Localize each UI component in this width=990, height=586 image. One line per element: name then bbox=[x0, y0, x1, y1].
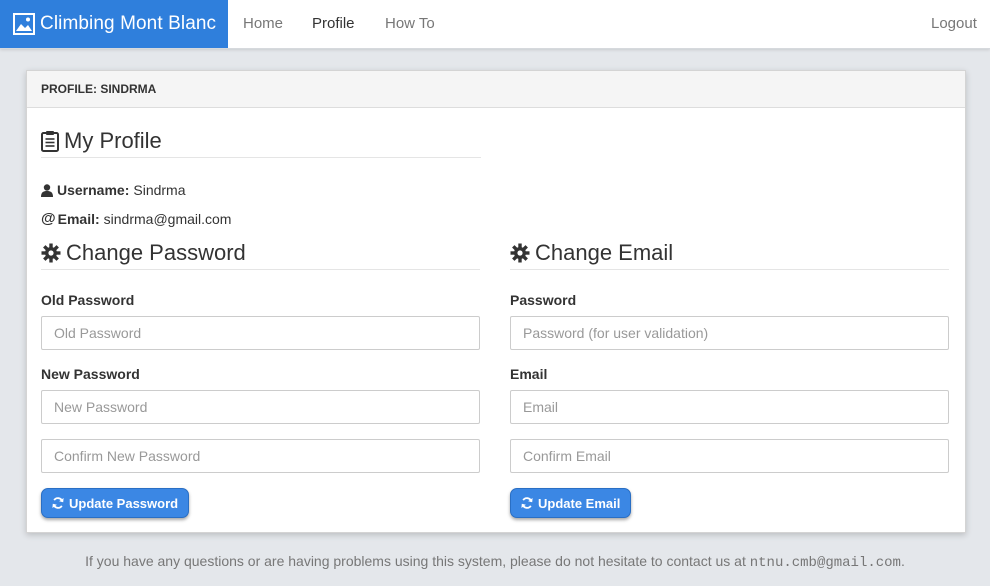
change-email-heading: Change Email bbox=[510, 240, 949, 270]
new-email-label: Email bbox=[510, 366, 548, 382]
new-password-input[interactable] bbox=[41, 390, 480, 424]
old-password-input[interactable] bbox=[41, 316, 480, 350]
panel-heading: PROFILE: SINDRMA bbox=[27, 71, 965, 108]
brand-link[interactable]: Climbing Mont Blanc bbox=[0, 0, 228, 48]
refresh-icon bbox=[521, 497, 533, 509]
at-icon: @ bbox=[41, 210, 56, 227]
validation-password-input[interactable] bbox=[510, 316, 949, 350]
email-label: Email: bbox=[57, 210, 100, 227]
nav-profile[interactable]: Profile bbox=[312, 15, 355, 32]
email-row: @ Email: sindrma@gmail.com bbox=[41, 210, 231, 227]
nav-logout[interactable]: Logout bbox=[931, 15, 977, 32]
profile-panel: PROFILE: SINDRMA My Profile Username: Si… bbox=[26, 70, 966, 533]
old-password-label: Old Password bbox=[41, 292, 135, 308]
top-navbar: Climbing Mont Blanc Home Profile How To … bbox=[0, 0, 990, 49]
email-value: sindrma@gmail.com bbox=[103, 210, 232, 227]
refresh-icon bbox=[52, 497, 64, 509]
my-profile-title: My Profile bbox=[64, 128, 162, 153]
update-email-button[interactable]: Update Email bbox=[510, 488, 632, 518]
change-password-title: Change Password bbox=[66, 240, 246, 265]
change-password-heading: Change Password bbox=[41, 240, 480, 270]
clipboard-icon bbox=[41, 131, 59, 152]
nav-home[interactable]: Home bbox=[243, 15, 283, 32]
nav-how-to[interactable]: How To bbox=[385, 15, 435, 32]
username-row: Username: Sindrma bbox=[41, 182, 186, 198]
footer-period: . bbox=[900, 553, 905, 569]
contact-email[interactable]: ntnu.cmb@gmail.com bbox=[750, 555, 901, 571]
my-profile-heading: My Profile bbox=[41, 128, 481, 158]
new-password-label: New Password bbox=[41, 366, 140, 382]
update-password-label: Update Password bbox=[69, 495, 179, 511]
username-label: Username: bbox=[57, 182, 130, 198]
gear-icon bbox=[510, 243, 530, 263]
gear-icon bbox=[41, 243, 61, 263]
update-email-label: Update Email bbox=[538, 495, 621, 511]
new-email-input[interactable] bbox=[510, 390, 949, 424]
user-icon bbox=[41, 183, 53, 197]
confirm-email-input[interactable] bbox=[510, 439, 949, 473]
username-value: Sindrma bbox=[133, 182, 186, 198]
validation-password-label: Password bbox=[510, 292, 577, 308]
brand-name: Climbing Mont Blanc bbox=[40, 13, 217, 34]
confirm-new-password-input[interactable] bbox=[41, 439, 480, 473]
change-email-title: Change Email bbox=[535, 240, 674, 265]
footer-text: If you have any questions or are having … bbox=[85, 553, 746, 569]
update-password-button[interactable]: Update Password bbox=[41, 488, 190, 518]
image-icon bbox=[13, 13, 35, 35]
footer: If you have any questions or are having … bbox=[0, 553, 990, 571]
